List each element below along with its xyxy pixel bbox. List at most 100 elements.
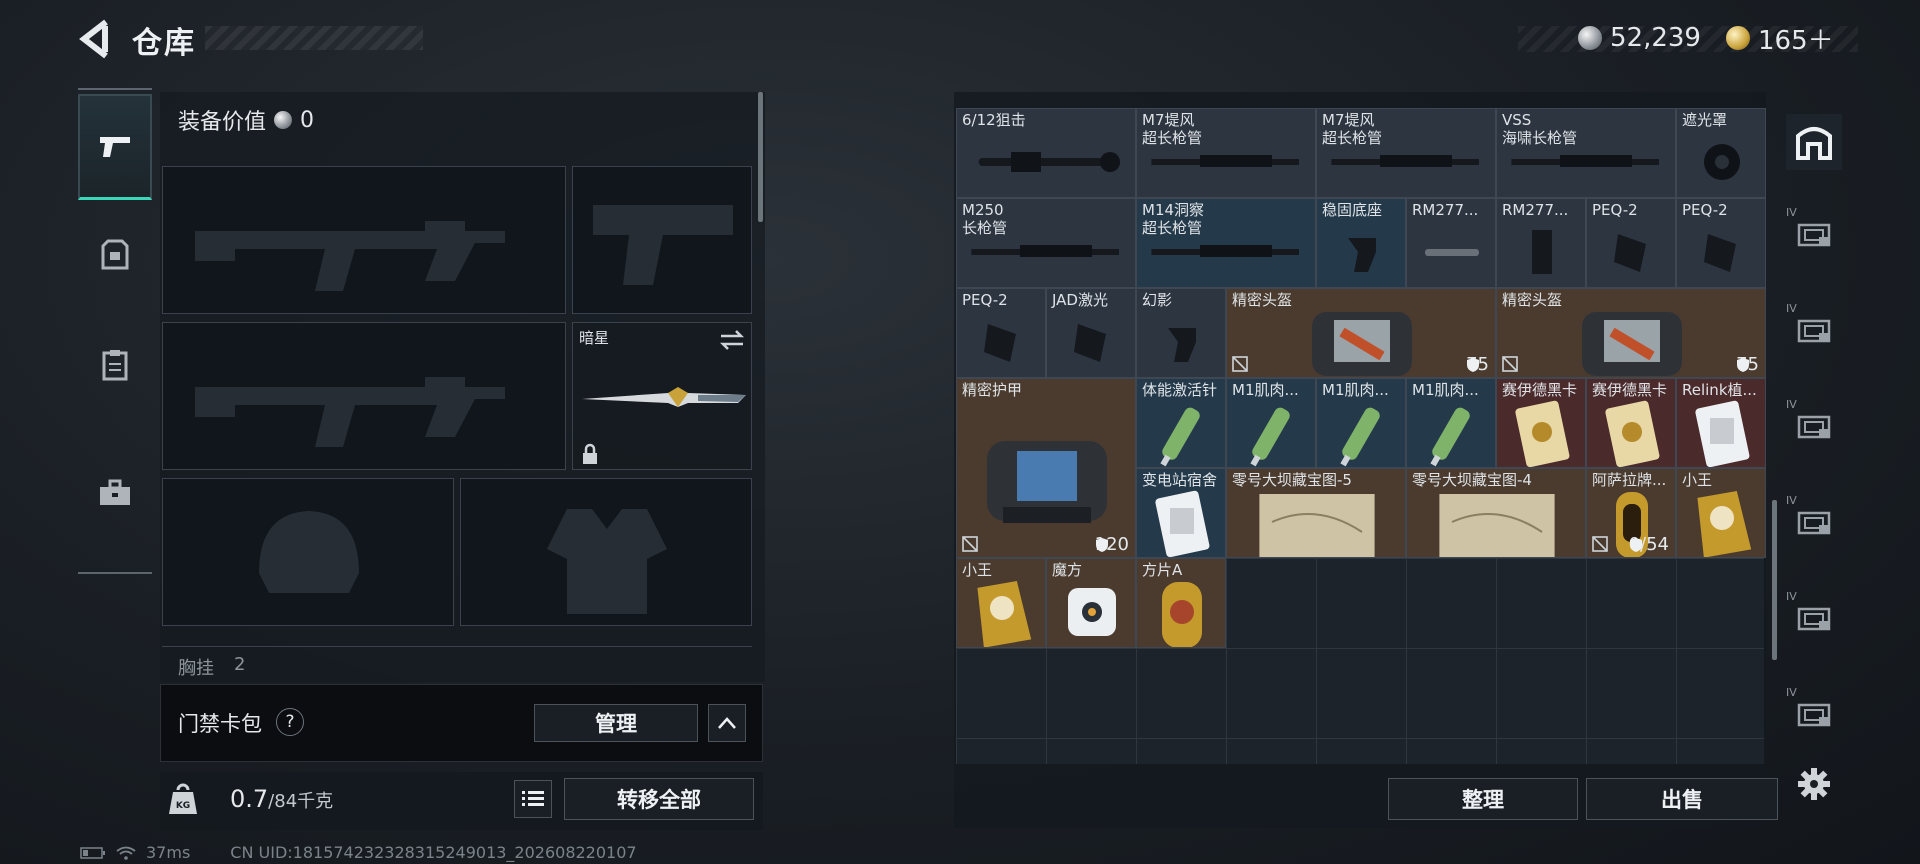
inventory-item[interactable]: 方片A	[1136, 558, 1226, 648]
briefcase-icon	[100, 479, 130, 505]
chest-rig-row[interactable]: 胸挂 2	[162, 646, 752, 676]
item-name: 幻影	[1142, 291, 1173, 309]
inventory-item[interactable]: 体能激活针	[1136, 378, 1226, 468]
inventory-item[interactable]: M1肌肉...	[1316, 378, 1406, 468]
tab-level: IV	[1786, 686, 1797, 699]
weight-capacity: /84千克	[268, 791, 334, 812]
primary-weapon-slot[interactable]	[162, 166, 566, 314]
inventory-item[interactable]: M250 长枪管	[956, 198, 1136, 288]
item-name: 遮光罩	[1682, 111, 1728, 129]
inventory-item[interactable]: M1肌肉...	[1226, 378, 1316, 468]
swap-icon[interactable]	[719, 329, 745, 351]
inventory-item[interactable]: 赛伊德黑卡	[1496, 378, 1586, 468]
inventory-item[interactable]: 精密护甲 120	[956, 378, 1136, 558]
inventory-item[interactable]: 阿萨拉牌... 0/54	[1586, 468, 1676, 558]
inventory-item[interactable]: 零号大坝藏宝图-4	[1406, 468, 1586, 558]
inventory-item[interactable]: RM277...	[1496, 198, 1586, 288]
inventory-item[interactable]: 赛伊德黑卡	[1586, 378, 1676, 468]
rail-tab-storage-1[interactable]: IV	[1786, 204, 1842, 260]
rail-tab-storage-3[interactable]: IV	[1786, 396, 1842, 452]
storage-box-icon	[1797, 223, 1831, 247]
inventory-item[interactable]: RM277...	[1406, 198, 1496, 288]
item-name: M14洞察 超长枪管	[1142, 201, 1205, 237]
inventory-grid: 6/12狙击 M7堤风 超长枪管 M7堤风 超长枪管 VSS 海啸长枪管 遮光罩 M250…	[956, 108, 1766, 764]
item-name: 稳固底座	[1322, 201, 1383, 219]
inventory-item[interactable]: 精密头盔 75	[1226, 288, 1496, 378]
page-title: 仓库	[132, 26, 196, 61]
collapse-button[interactable]	[708, 704, 746, 742]
rail-tab-storage-5[interactable]: IV	[1786, 588, 1842, 644]
rail-tab-storage-main[interactable]	[1786, 114, 1842, 170]
inventory-scrollbar[interactable]	[1772, 500, 1777, 660]
item-name: M1肌肉...	[1412, 381, 1479, 399]
rail-tab-weapons[interactable]	[78, 94, 152, 200]
item-name: 零号大坝藏宝图-4	[1412, 471, 1532, 489]
uid: CN UID:18157423232831524901​3_2026082201…	[230, 843, 637, 862]
item-name: 魔方	[1052, 561, 1083, 579]
gear-icon	[1798, 768, 1830, 800]
inventory-item[interactable]: 小王	[1676, 468, 1766, 558]
inventory-item[interactable]: 遮光罩	[1676, 108, 1766, 198]
item-name: 精密头盔	[1232, 291, 1293, 309]
inventory-item[interactable]: 小王	[956, 558, 1046, 648]
sell-button[interactable]: 出售	[1586, 778, 1778, 820]
armor-slot[interactable]	[460, 478, 752, 626]
inventory-item[interactable]: M1肌肉...	[1406, 378, 1496, 468]
chevron-up-icon	[718, 717, 736, 729]
item-name: Relink植...	[1682, 381, 1757, 399]
storage-box-icon	[1797, 703, 1831, 727]
item-name: 赛伊德黑卡	[1502, 381, 1578, 399]
inventory-item[interactable]: 稳固底座	[1316, 198, 1406, 288]
inventory-item[interactable]: VSS 海啸长枪管	[1496, 108, 1676, 198]
weight-current: 0.7	[230, 785, 269, 813]
inventory-item[interactable]: JAD激光	[1046, 288, 1136, 378]
rail-tab-rig[interactable]	[78, 312, 152, 418]
gold-amount: 165＋	[1758, 25, 1834, 56]
inventory-item[interactable]: 精密头盔 75	[1496, 288, 1766, 378]
list-view-button[interactable]	[514, 780, 552, 818]
melee-slot[interactable]: 暗星	[572, 322, 752, 470]
loadout-scrollbar[interactable]	[758, 92, 763, 222]
no-sell-icon	[1502, 356, 1518, 372]
inventory-item[interactable]: PEQ-2	[1676, 198, 1766, 288]
rail-tab-storage-4[interactable]: IV	[1786, 492, 1842, 548]
storage-box-icon	[1797, 415, 1831, 439]
sort-button[interactable]: 整理	[1388, 778, 1578, 820]
tab-level: IV	[1786, 302, 1797, 315]
inventory-item[interactable]: M7堤风 超长枪管	[1136, 108, 1316, 198]
item-name: 精密头盔	[1502, 291, 1563, 309]
pistol-slot[interactable]	[572, 166, 752, 314]
item-durability: 120	[1095, 534, 1129, 555]
rail-tab-backpack[interactable]	[78, 440, 152, 546]
helmet-slot[interactable]	[162, 478, 454, 626]
settings-button[interactable]	[1786, 756, 1842, 812]
back-button[interactable]	[78, 18, 114, 60]
item-name: 变电站宿舍	[1142, 471, 1218, 489]
inventory-item[interactable]: 变电站宿舍	[1136, 468, 1226, 558]
item-name: M7堤风 超长枪管	[1322, 111, 1383, 147]
inventory-item[interactable]: 6/12狙击	[956, 108, 1136, 198]
item-name: M250 长枪管	[962, 201, 1008, 237]
inventory-item[interactable]: 魔方	[1046, 558, 1136, 648]
silver-amount: 52,239	[1610, 23, 1701, 53]
back-arrow-icon	[79, 19, 108, 59]
transfer-all-button[interactable]: 转移全部	[564, 778, 754, 820]
secondary-weapon-slot[interactable]	[162, 322, 566, 470]
help-icon[interactable]: ?	[276, 708, 304, 736]
currency-silver[interactable]: 52,239	[1578, 20, 1701, 56]
inventory-item[interactable]: PEQ-2	[956, 288, 1046, 378]
inventory-item[interactable]: 幻影	[1136, 288, 1226, 378]
keycard-label: 门禁卡包	[178, 712, 262, 736]
manage-button[interactable]: 管理	[534, 704, 698, 742]
inventory-item[interactable]: PEQ-2	[1586, 198, 1676, 288]
currency-gold[interactable]: 165＋	[1726, 20, 1834, 56]
item-name: 精密护甲	[962, 381, 1023, 399]
rail-tab-storage-6[interactable]: IV	[1786, 684, 1842, 740]
rail-tab-storage-2[interactable]: IV	[1786, 300, 1842, 356]
inventory-item[interactable]: M14洞察 超长枪管	[1136, 198, 1316, 288]
inventory-item[interactable]: 零号大坝藏宝图-5	[1226, 468, 1406, 558]
equip-value-amount: 0	[300, 107, 315, 133]
inventory-item[interactable]: M7堤风 超长枪管	[1316, 108, 1496, 198]
inventory-item[interactable]: Relink植...	[1676, 378, 1766, 468]
rail-tab-armor[interactable]	[78, 202, 152, 308]
